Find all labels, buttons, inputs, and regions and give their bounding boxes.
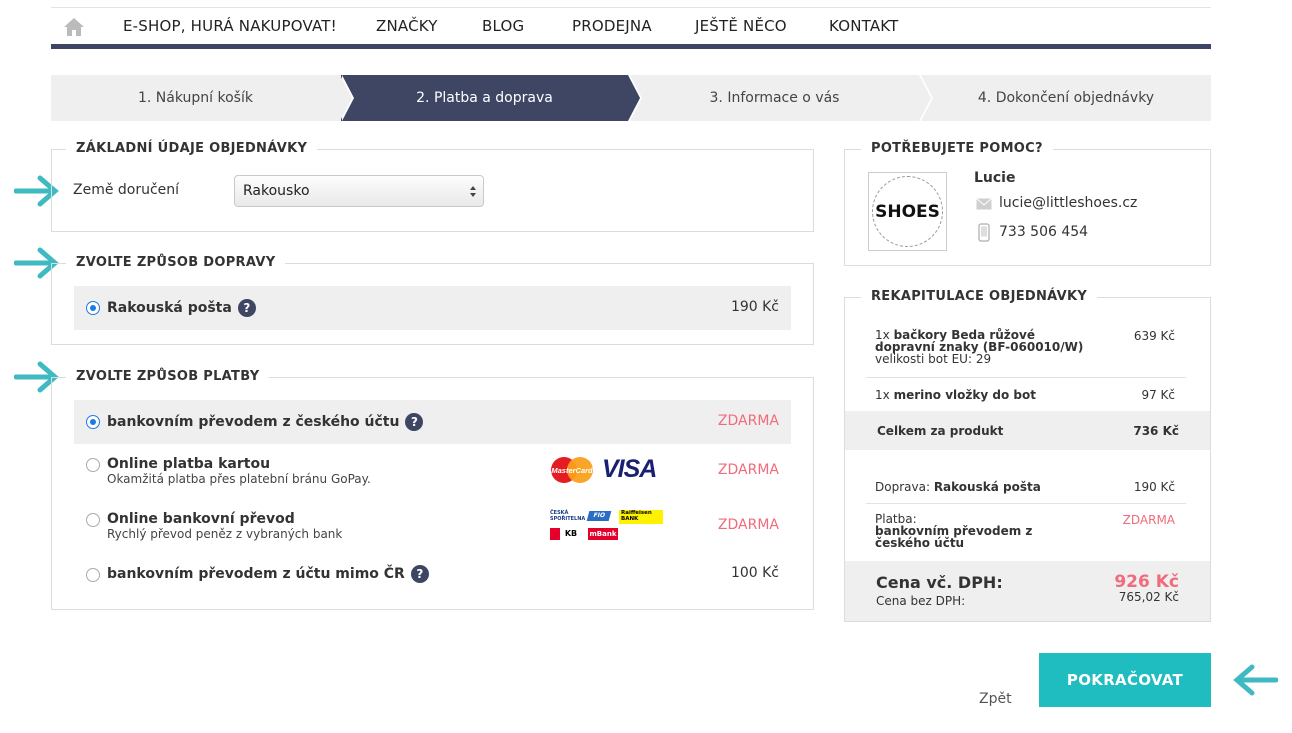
grand-total-row: Cena vč. DPH: 926 Kč Cena bez DPH: 765,0… [845,561,1210,621]
total-label: Cena vč. DPH: [876,573,1003,592]
payment-option-czech-transfer[interactable]: bankovním převodem z českého účtu? ZDARM… [74,400,791,444]
step-finish: 4. Dokončení objednávky [921,75,1211,121]
back-link[interactable]: Zpět [979,691,1012,707]
raiffeisen-logo-icon: Raiffeisen BANK [619,510,663,524]
contact-phone: 733 506 454 [999,224,1089,240]
payment-option-price: ZDARMA [717,462,779,478]
payment-option-description: Rychlý převod peněz z vybraných bank [107,527,343,541]
mastercard-logo-icon: MasterCard [551,457,593,483]
fio-logo-icon: FIO [586,511,612,521]
payment-radio[interactable] [86,415,100,429]
nav-item-contact[interactable]: KONTAKT [829,17,899,35]
step-label: 4. Dokončení objednávky [977,90,1155,106]
divider [866,377,1186,378]
payment-option-description: Okamžitá platba přes platební bránu GoPa… [107,472,371,486]
payment-value: bankovním převodem z českého účtu [875,524,1033,550]
home-icon[interactable] [63,17,85,37]
select-arrows-icon [470,186,476,197]
nav-item-store[interactable]: PRODEJNA [572,17,652,35]
summary-shipping: Doprava: Rakouská pošta 190 Kč [875,480,1175,494]
phone-icon [978,223,990,242]
products-total-row: Celkem za produkt 736 Kč [845,411,1210,450]
help-icon[interactable]: ? [237,299,256,317]
kb-logo-icon: KB [550,528,582,540]
arrow-left-icon [1233,664,1278,696]
mbank-logo-icon: mBank [588,528,618,540]
payment-option-card[interactable]: Online platba kartou Okamžitá platba pře… [74,452,791,496]
step-payment-shipping: 2. Platba a doprava [341,75,642,121]
shop-logo: SHOES [868,172,947,251]
shop-logo-text: SHOES [875,201,940,222]
country-select-value: Rakousko [243,183,310,199]
products-total-label: Celkem za produkt [877,424,1004,438]
item-detail: velikosti bot EU: 29 [875,352,992,366]
help-icon[interactable]: ? [410,565,429,583]
payment-radio[interactable] [86,458,100,472]
contact-name: Lucie [974,170,1016,186]
payment-option-online-bank[interactable]: Online bankovní převod Rychlý převod pen… [74,507,791,551]
step-cart[interactable]: 1. Nákupní košík [51,75,354,121]
item-name: bačkory Beda růžové dopravní znaky (BF-0… [875,328,1084,354]
nav-item-more[interactable]: JEŠTĚ NĚCO [695,17,787,35]
shipping-value: Rakouská pošta [933,480,1041,494]
net-label: Cena bez DPH: [876,594,966,608]
ceska-sporitelna-logo-icon: ČESKÁ SPOŘITELNA [550,510,586,522]
item-price: 639 Kč [1133,329,1175,343]
payment-radio[interactable] [86,513,100,527]
nav-item-eshop[interactable]: E-SHOP, HURÁ NAKUPOVAT! [123,17,337,35]
summary-payment: Platba: bankovním převodem z českého účt… [875,513,1175,549]
net-value: 765,02 Kč [1118,590,1179,604]
shipping-radio[interactable] [86,301,100,315]
shipping-option-label: Rakouská pošta [107,300,232,316]
payment-option-label: Online platba kartou [107,456,271,472]
country-label: Země doručení [73,182,180,198]
summary-item: 1x merino vložky do bot 97 Kč [875,388,1175,402]
payment-option-foreign-transfer[interactable]: bankovním převodem z účtu mimo ČR? 100 K… [74,562,791,606]
payment-option-price: ZDARMA [717,517,779,533]
item-qty: 1x [875,388,890,402]
order-summary-legend: REKAPITULACE OBJEDNÁVKY [861,289,1098,304]
country-select[interactable]: Rakousko [234,175,484,207]
total-value: 926 Kč [1114,572,1179,592]
nav-item-blog[interactable]: BLOG [482,17,524,35]
step-info: 3. Informace o vás [630,75,933,121]
nav-item-brands[interactable]: ZNAČKY [376,17,438,35]
payment-price: ZDARMA [1122,513,1175,527]
step-label: 3. Informace o vás [709,90,840,106]
help-legend: POTŘEBUJETE POMOC? [861,141,1053,156]
item-name: merino vložky do bot [893,388,1036,402]
payment-option-label: bankovním převodem z účtu mimo ČR [107,566,405,582]
payment-option-label: Online bankovní převod [107,511,295,527]
products-total-value: 736 Kč [1133,424,1179,438]
shipping-legend: ZVOLTE ZPŮSOB DOPRAVY [66,255,286,270]
top-navigation: E-SHOP, HURÁ NAKUPOVAT! ZNAČKY BLOG PROD… [51,7,1211,49]
envelope-icon [976,198,992,210]
item-price: 97 Kč [1141,388,1175,402]
basic-info-legend: ZÁKLADNÍ ÚDAJE OBJEDNÁVKY [66,141,318,156]
payment-option-price: 100 Kč [730,565,779,581]
payment-option-price: ZDARMA [717,413,779,429]
payment-radio[interactable] [86,568,100,582]
shipping-price: 190 Kč [1133,480,1175,494]
payment-legend: ZVOLTE ZPŮSOB PLATBY [66,369,270,384]
contact-email[interactable]: lucie@littleshoes.cz [999,195,1137,211]
shipping-option-austrian-post[interactable]: Rakouská pošta? 190 Kč [74,286,791,330]
shipping-option-price: 190 Kč [730,299,779,315]
help-icon[interactable]: ? [405,413,424,431]
step-label: 2. Platba a doprava [416,90,553,106]
visa-logo-icon: VISA [602,455,657,483]
mastercard-logo-text: MasterCard [551,466,593,475]
shipping-label: Doprava: [875,480,930,494]
continue-button[interactable]: POKRAČOVAT [1039,653,1211,707]
payment-option-label: bankovním převodem z českého účtu [107,414,400,430]
step-label: 1. Nákupní košík [138,90,253,106]
divider [866,503,1186,504]
summary-item: 1x bačkory Beda růžové dopravní znaky (B… [875,329,1175,369]
